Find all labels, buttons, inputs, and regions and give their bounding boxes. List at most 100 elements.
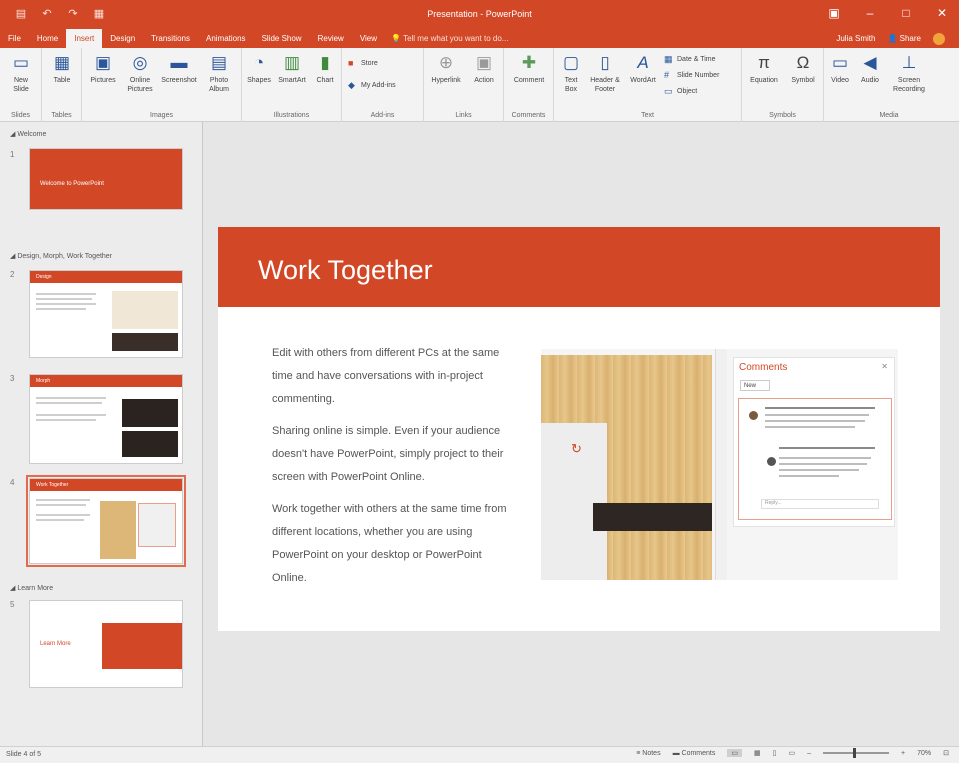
group-label-images: Images (150, 112, 173, 119)
shapes-button[interactable]: ◔ Shapes (244, 52, 274, 85)
reading-view-icon[interactable]: ▯ (773, 749, 777, 757)
my-addins-label: My Add-ins (361, 81, 396, 89)
comment-button[interactable]: ✚ Comment (508, 52, 550, 85)
tab-view[interactable]: View (352, 29, 385, 48)
thumb-image (112, 291, 178, 329)
slide-show-view-icon[interactable]: ▭ (788, 749, 795, 757)
wordart-button[interactable]: A WordArt (626, 52, 660, 85)
comments-button[interactable]: ▬ Comments (673, 750, 716, 757)
group-label-tables: Tables (51, 112, 72, 119)
slide-thumbnail-pane[interactable]: ◢ Welcome 1 Welcome to PowerPoint ◢ Desi… (0, 122, 203, 746)
comment-text-line (779, 469, 859, 471)
slide-body-text[interactable]: Edit with others from different PCs at t… (272, 342, 512, 599)
date-time-icon: ▦ (664, 54, 673, 64)
screen-recording-button[interactable]: ⊥ Screen Recording (886, 52, 932, 94)
text-box-button[interactable]: ▢ Text Box (558, 52, 584, 94)
ribbon-tab-bar: File Home Insert Design Transitions Anim… (0, 29, 959, 48)
smartart-button[interactable]: ▥ SmartArt (275, 52, 309, 85)
hyperlink-icon: ⊕ (438, 53, 454, 72)
zoom-in-icon[interactable]: + (901, 750, 905, 757)
table-icon: ▦ (53, 53, 71, 72)
slide-sorter-view-icon[interactable]: ▦ (754, 749, 761, 757)
zoom-slider[interactable] (823, 748, 890, 758)
comments-label: Comments (681, 749, 716, 757)
tab-file[interactable]: File (0, 29, 29, 48)
tab-transitions[interactable]: Transitions (143, 29, 198, 48)
equation-button[interactable]: π Equation (744, 52, 784, 85)
date-time-button[interactable]: ▦ Date & Time (664, 54, 716, 64)
symbol-label: Symbol (791, 77, 815, 84)
slide-thumbnail-1[interactable]: Welcome to PowerPoint (29, 148, 183, 210)
tab-review[interactable]: Review (310, 29, 352, 48)
section-header[interactable]: ◢ Learn More (10, 584, 53, 592)
tab-insert[interactable]: Insert (66, 29, 103, 48)
slide-canvas[interactable]: Work Together Edit with others from diff… (218, 227, 940, 631)
tab-design[interactable]: Design (102, 29, 143, 48)
tell-me-box[interactable]: 💡 Tell me what you want to do... (385, 29, 516, 48)
comment-text-line (779, 457, 871, 459)
my-addins-button[interactable]: ◆ My Add-ins (348, 80, 396, 90)
store-button[interactable]: ■ Store (348, 58, 378, 68)
online-pictures-button[interactable]: ◎ Online Pictures (122, 52, 158, 94)
new-comment-button: New (740, 380, 770, 391)
smiley-icon[interactable] (933, 32, 945, 45)
hyperlink-button[interactable]: ⊕ Hyperlink (426, 52, 466, 85)
slide-screenshot-image[interactable]: ↻ Comments ✕ New Reply... (541, 349, 898, 580)
new-slide-icon: ▭ (12, 53, 30, 72)
thumb-text-line (36, 519, 84, 521)
audio-button[interactable]: ◀ Audio (856, 52, 884, 85)
minimize-button[interactable]: – (863, 6, 877, 20)
table-button[interactable]: ▦ Table (48, 52, 76, 85)
notes-button[interactable]: ≡ Notes (636, 750, 660, 757)
equation-icon: π (758, 53, 770, 72)
photo-album-button[interactable]: ▤ Photo Album (200, 52, 238, 94)
pictures-button[interactable]: ▣ Pictures (86, 52, 120, 85)
thumb-text-line (36, 504, 86, 506)
ribbon-display-options-button[interactable]: ▣ (827, 6, 841, 20)
comment-text-line (779, 447, 875, 449)
zoom-slider-thumb[interactable] (853, 748, 857, 758)
action-button[interactable]: ▣ Action (468, 52, 500, 85)
slide-title[interactable]: Work Together (258, 255, 433, 286)
user-name[interactable]: Julia Smith (836, 34, 875, 43)
slide-thumbnail-2[interactable]: Design (29, 270, 183, 358)
thumb-text-line (36, 298, 92, 300)
share-icon: 👤 (887, 34, 898, 43)
object-button[interactable]: ▭ Object (664, 86, 697, 96)
group-text: ▢ Text Box ▯ Header & Footer A WordArt ▦… (554, 48, 742, 122)
thumb-text-line (36, 414, 106, 416)
header-footer-button[interactable]: ▯ Header & Footer (586, 52, 624, 94)
video-button[interactable]: ▭ Video (826, 52, 854, 85)
comment-text-line (765, 426, 855, 428)
section-header[interactable]: ◢ Welcome (10, 130, 46, 138)
new-slide-button[interactable]: ▭ New Slide (6, 52, 36, 94)
chart-button[interactable]: ▮ Chart (310, 52, 340, 85)
zoom-out-icon[interactable]: – (807, 750, 811, 757)
slide-thumbnail-4[interactable]: Work Together (26, 475, 186, 567)
section-header[interactable]: ◢ Design, Morph, Work Together (10, 252, 112, 260)
pictures-label: Pictures (90, 77, 116, 84)
symbol-button[interactable]: Ω Symbol (786, 52, 820, 85)
tab-slide-show[interactable]: Slide Show (254, 29, 310, 48)
fit-slide-icon[interactable]: ⊡ (943, 749, 949, 757)
zoom-level[interactable]: 70% (917, 750, 931, 757)
slide-thumbnail-3[interactable]: Morph (29, 374, 183, 464)
avatar (767, 457, 776, 466)
share-label: Share (899, 34, 921, 43)
group-illustrations: ◔ Shapes ▥ SmartArt ▮ Chart Illustration… (242, 48, 342, 122)
group-label-links: Links (455, 112, 472, 119)
maximize-button[interactable]: □ (899, 6, 913, 20)
slide-thumbnail-5[interactable]: Learn More (29, 600, 183, 688)
group-links: ⊕ Hyperlink ▣ Action Links (424, 48, 504, 122)
comments-pane-image: Comments ✕ New Reply... (733, 357, 895, 527)
tab-home[interactable]: Home (29, 29, 66, 48)
tab-animations[interactable]: Animations (198, 29, 254, 48)
smartart-label: SmartArt (278, 77, 306, 84)
my-addins-icon: ◆ (348, 80, 355, 90)
screenshot-button[interactable]: ▬ Screenshot (160, 52, 198, 85)
normal-view-icon[interactable]: ▭ (727, 749, 742, 757)
thumb-heading: Morph (30, 375, 182, 387)
close-button[interactable]: ✕ (935, 6, 949, 20)
slide-number-button[interactable]: # Slide Number (664, 70, 719, 80)
share-button[interactable]: 👤 Share (887, 34, 921, 43)
